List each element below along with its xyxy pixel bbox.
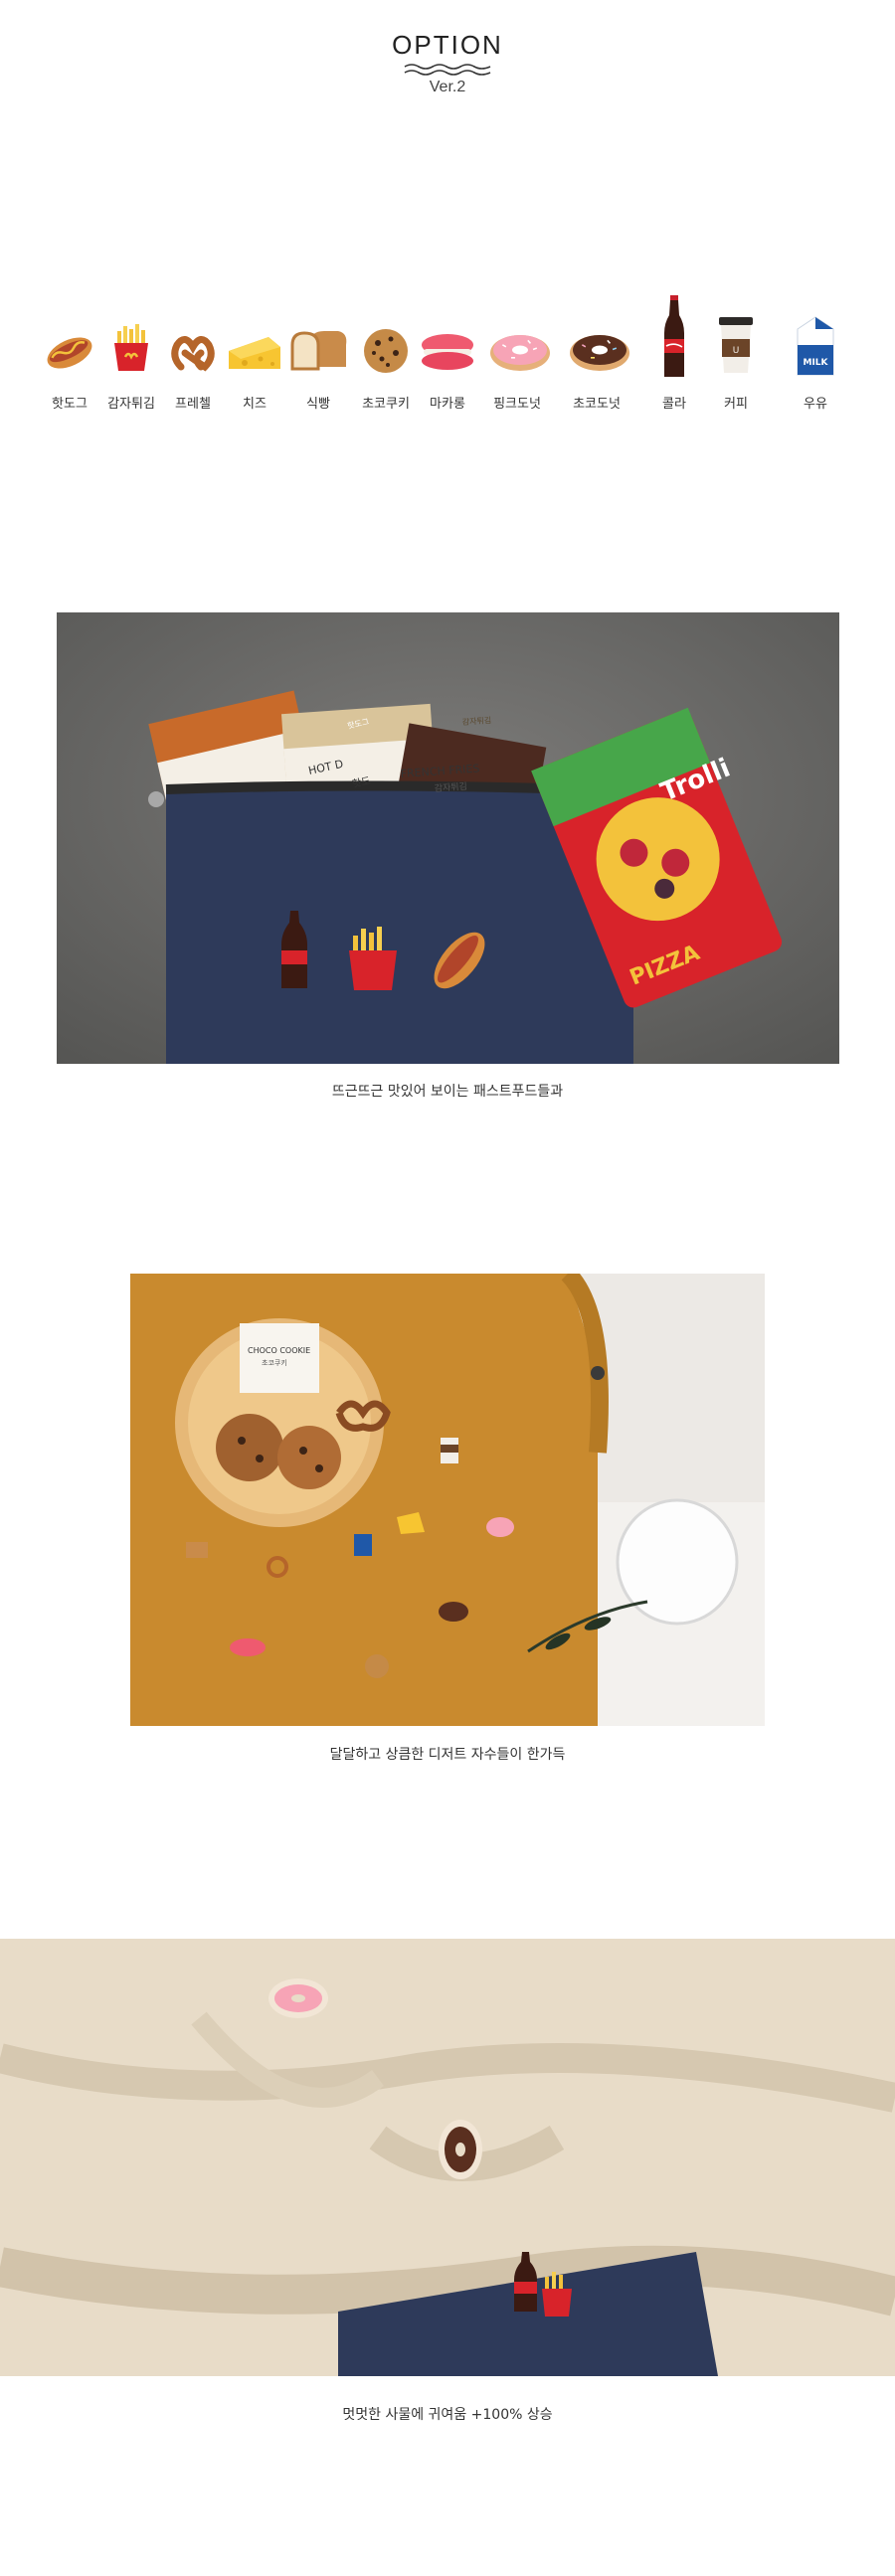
photo-corduroy-bag: CHOCO COOKIE 초코쿠키 — [130, 1274, 765, 1726]
milk-icon: MILK — [797, 316, 834, 376]
option-item-pretzel[interactable]: 프레첼 — [163, 293, 223, 412]
choco-donut-icon — [570, 335, 629, 371]
card-tag-mid: 감자튀김 — [461, 715, 491, 727]
pretzel-icon — [171, 336, 215, 372]
version-label: Ver.2 — [429, 79, 466, 95]
cheese-icon — [229, 337, 280, 369]
option-item-macaron[interactable]: 마카롱 — [418, 293, 477, 412]
photo-denim-pouch-scene: HOT D 핫도 FRENCH FRIES 감자튀김 핫도그 감자튀김 Trol… — [57, 612, 839, 1064]
page-header: OPTION Ver.2 — [0, 30, 895, 96]
bread-icon — [290, 331, 347, 371]
card-cookie-title: CHOCO COOKIE — [248, 1346, 310, 1355]
option-list: 핫도그 감자튀김 프레첼 치즈 식빵 초코쿠키 마카롱 핑크도넛 초코도넛 콜라… — [40, 293, 855, 413]
caption-photo2: 달달하고 상큼한 디저트 자수들이 한가득 — [329, 1747, 566, 1763]
card-cookie-sub: 초코쿠키 — [262, 1358, 287, 1367]
macaron-icon — [422, 334, 473, 370]
cola-icon — [664, 295, 684, 377]
option-item-coffee[interactable]: U 커피 — [706, 293, 766, 412]
pink-donut-icon — [490, 335, 550, 371]
page-title: OPTION — [392, 30, 503, 60]
wave-divider-icon — [404, 64, 491, 76]
choco-cookie-icon — [364, 329, 408, 373]
option-item-pink-donut[interactable]: 핑크도넛 — [487, 293, 550, 412]
hotdog-icon — [47, 337, 92, 369]
option-item-milk[interactable]: MILK 우유 — [786, 293, 845, 412]
photo-denim-pouch: HOT D 핫도 FRENCH FRIES 감자튀김 핫도그 감자튀김 Trol… — [57, 612, 839, 1064]
option-item-choco-donut[interactable]: 초코도넛 — [567, 293, 629, 412]
caption-photo3: 멋멋한 사물에 귀여움 +100% 상승 — [342, 2407, 553, 2423]
option-item-bread[interactable]: 식빵 — [288, 293, 348, 412]
svg-text:U: U — [733, 346, 740, 356]
option-item-hotdog[interactable]: 핫도그 — [40, 293, 99, 412]
photo-corduroy-scene: CHOCO COOKIE 초코쿠키 — [130, 1274, 765, 1726]
french-fries-icon — [114, 324, 148, 371]
option-item-choco-cookie[interactable]: 초코쿠키 — [356, 293, 416, 412]
coffee-icon: U — [719, 317, 753, 373]
photo-sweatshirt-scene — [0, 1939, 895, 2376]
option-item-fries[interactable]: 감자튀김 — [101, 293, 161, 412]
svg-text:MILK: MILK — [803, 358, 828, 368]
option-item-cheese[interactable]: 치즈 — [225, 293, 284, 412]
option-item-cola[interactable]: 콜라 — [644, 293, 704, 412]
photo-sweatshirt — [0, 1939, 895, 2376]
caption-photo1: 뜨근뜨근 맛있어 보이는 패스트푸드들과 — [331, 1084, 564, 1100]
